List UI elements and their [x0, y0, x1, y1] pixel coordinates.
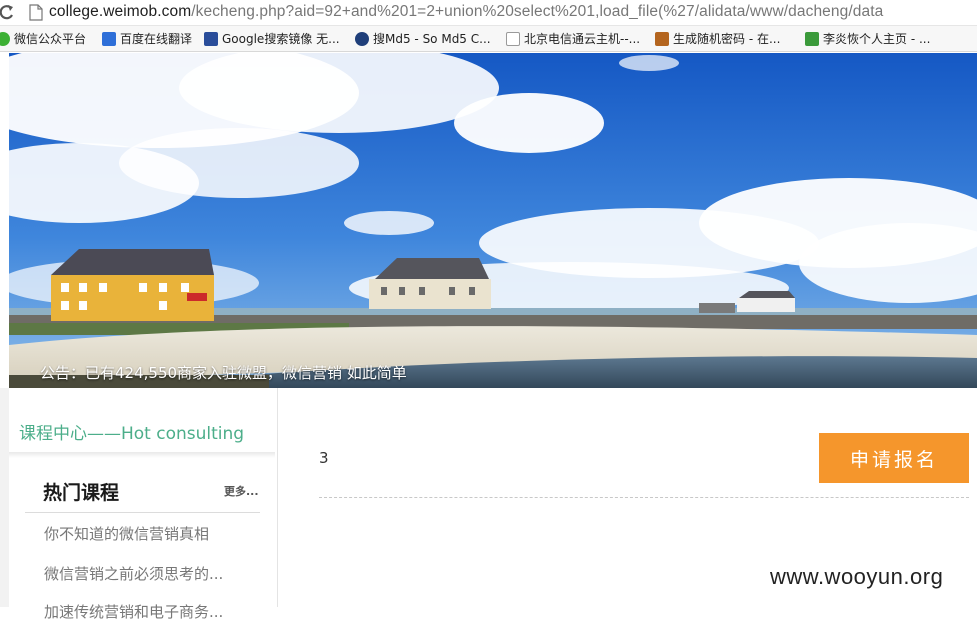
bookmark-icon	[805, 32, 819, 46]
bookmark-label: 李炎恢个人主页 - ...	[823, 32, 931, 46]
reload-icon[interactable]	[0, 3, 14, 21]
google-mirror-icon	[204, 32, 218, 46]
apply-button[interactable]: 申请报名	[819, 433, 969, 483]
tools-icon	[655, 32, 669, 46]
watermark: www.wooyun.org	[770, 564, 944, 589]
url-host: college.weimob.com	[49, 3, 192, 20]
somd5-icon	[355, 32, 369, 46]
hero-banner	[9, 53, 977, 388]
bookmark-label: Google搜索镜像 无...	[222, 32, 340, 46]
url-field[interactable]: college.weimob.com/kecheng.php?aid=92+an…	[49, 3, 883, 21]
bookmark-label: 百度在线翻译	[120, 32, 193, 46]
bookmark-label: 搜Md5 - So Md5 C...	[373, 32, 491, 46]
sidebar: 课程中心——Hot consulting 热门课程 更多... 你不知道的微信营…	[9, 388, 278, 621]
address-bar: college.weimob.com/kecheng.php?aid=92+an…	[0, 0, 977, 26]
hot-courses-divider	[25, 512, 260, 513]
category-title[interactable]: 课程中心——Hot consulting	[19, 419, 244, 444]
bookmark-label: 微信公众平台	[14, 32, 87, 46]
course-item[interactable]: 加速传统营销和电子商务...	[44, 601, 223, 622]
content-divider	[319, 497, 969, 498]
left-gutter	[0, 388, 9, 607]
announcement-text: 公告：已有424,550商家入驻微盟，微信营销 如此简单	[40, 364, 407, 382]
baidu-translate-icon	[102, 32, 116, 46]
url-path: /kecheng.php?aid=92+and%201=2+union%20se…	[191, 3, 884, 20]
course-item[interactable]: 微信营销之前必须思考的...	[44, 563, 223, 584]
page-icon	[29, 4, 43, 21]
main-content: 3 申请报名 www.wooyun.org	[278, 388, 977, 607]
page-icon	[506, 32, 520, 46]
course-item[interactable]: 你不知道的微信营销真相	[44, 523, 209, 544]
hero-image	[9, 53, 977, 388]
category-divider	[9, 452, 275, 458]
wechat-icon	[0, 32, 10, 46]
result-count: 3	[319, 449, 329, 467]
hot-courses-title: 热门课程	[43, 482, 120, 504]
bookmark-label: 北京电信通云主机--...	[524, 32, 641, 46]
more-link[interactable]: 更多...	[224, 483, 259, 499]
bookmarks-bar: 微信公众平台 百度在线翻译 Google搜索镜像 无... 搜Md5 - So …	[0, 26, 977, 52]
bookmark-label: 生成随机密码 - 在...	[673, 32, 781, 46]
